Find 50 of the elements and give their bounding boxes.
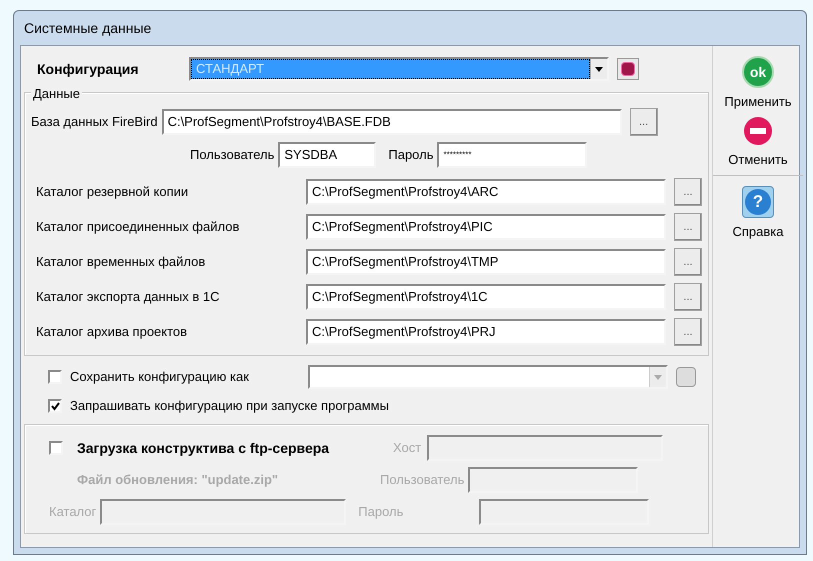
field-label: Каталог экспорта данных в 1С bbox=[35, 288, 220, 306]
field-label: Пароль bbox=[388, 146, 434, 164]
checkbox[interactable] bbox=[48, 399, 62, 413]
password-field[interactable]: ********* bbox=[437, 142, 588, 168]
user-field[interactable]: SYSDBA bbox=[278, 142, 376, 168]
configuration-value: СТАНДАРТ bbox=[191, 59, 590, 79]
field-label: Каталог архива проектов bbox=[35, 322, 188, 341]
window-title: Системные данные bbox=[24, 18, 152, 38]
browse-button[interactable]: ... bbox=[674, 282, 702, 310]
checkbox[interactable] bbox=[48, 370, 62, 384]
field-label: Пользователь bbox=[380, 471, 464, 490]
configuration-label: Конфигурация bbox=[36, 60, 140, 79]
user-field[interactable] bbox=[468, 467, 638, 493]
file-label: Файл обновления: "update.zip" bbox=[77, 471, 280, 490]
checkbox-label: Запрашивать конфигурацию при запуске программы bbox=[70, 397, 389, 416]
field-label: База данных FireBird bbox=[31, 112, 158, 131]
checkmark-icon bbox=[50, 402, 60, 410]
save-icon-button[interactable] bbox=[676, 367, 696, 387]
folder-path-field[interactable]: C:\ProfSegment\Profstroy4\PIC bbox=[306, 214, 666, 240]
field-label: Каталог резервной копии bbox=[35, 182, 190, 201]
field-label: Каталог присоединенных файлов bbox=[35, 218, 240, 236]
field-label: Пароль bbox=[358, 503, 404, 522]
folder-path-field[interactable]: C:\ProfSegment\Profstroy4\ARC bbox=[306, 178, 666, 204]
cancel-button[interactable]: Отменить bbox=[713, 114, 803, 171]
database-field[interactable]: C:\ProfSegment\Profstroy4\BASE.FDB bbox=[162, 108, 622, 134]
folder-path-field[interactable]: C:\ProfSegment\Profstroy4\PRJ bbox=[306, 318, 666, 344]
folder-path-field[interactable]: C:\ProfSegment\Profstroy4\1C bbox=[306, 284, 666, 310]
save-name-combo[interactable] bbox=[308, 365, 668, 389]
ok-icon: ok bbox=[742, 56, 774, 88]
ok-button[interactable]: ok Применить bbox=[713, 54, 803, 114]
browse-button[interactable]: ... bbox=[674, 318, 702, 346]
checkbox-label: Загрузка конструктива с ftp-сервера bbox=[77, 438, 330, 458]
field-label: Каталог bbox=[49, 503, 96, 522]
help-button[interactable]: ? Справка bbox=[713, 175, 803, 244]
folder-field[interactable] bbox=[100, 499, 346, 525]
browse-button[interactable]: ... bbox=[674, 248, 702, 276]
field-label: Каталог временных файлов bbox=[35, 252, 206, 271]
folder-path-field[interactable]: C:\ProfSegment\Profstroy4\TMP bbox=[306, 248, 666, 274]
host-field[interactable] bbox=[427, 435, 664, 461]
browse-button[interactable]: ... bbox=[674, 212, 702, 240]
stop-icon bbox=[743, 116, 773, 146]
export-button[interactable] bbox=[617, 58, 639, 80]
field-label: Пользователь bbox=[190, 146, 274, 164]
browse-button[interactable]: ... bbox=[630, 108, 658, 136]
field-label: Хост bbox=[393, 439, 422, 458]
checkbox-label: Сохранить конфигурацию как bbox=[70, 368, 250, 386]
browse-button[interactable]: ... bbox=[674, 178, 702, 206]
help-icon: ? bbox=[742, 186, 774, 218]
password-field[interactable] bbox=[479, 499, 650, 525]
checkbox[interactable] bbox=[49, 441, 63, 455]
